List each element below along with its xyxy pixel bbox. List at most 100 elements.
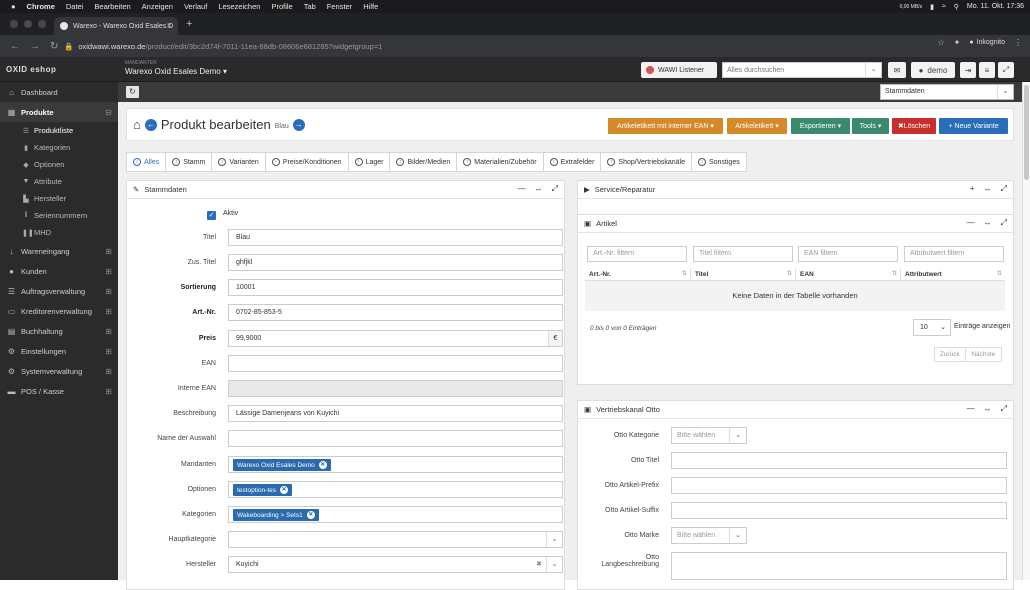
apple-icon[interactable]: ● bbox=[11, 2, 16, 11]
page-scrollbar[interactable] bbox=[1022, 82, 1030, 580]
zus-titel-input[interactable]: ghfjkl bbox=[228, 254, 563, 271]
close-tab-icon[interactable]: ✕ bbox=[166, 22, 172, 30]
menu-verlauf[interactable]: Verlauf bbox=[184, 2, 207, 11]
refresh-button[interactable]: ↻ bbox=[126, 86, 139, 98]
optionen-multiselect[interactable]: testoption-tes ✕ bbox=[228, 481, 563, 498]
sidebar-item-pos-kasse[interactable]: ▬ POS / Kasse ⊞ bbox=[0, 381, 118, 401]
menu-chrome[interactable]: Chrome bbox=[27, 2, 55, 11]
sidebar-subitem-mhd[interactable]: ❚❚ MHD bbox=[0, 224, 118, 241]
window-controls[interactable] bbox=[10, 20, 46, 28]
sidebar-item-auftragsverwaltung[interactable]: ☰ Auftragsverwaltung ⊞ bbox=[0, 281, 118, 301]
sidebar-item-kreditorenverwaltung[interactable]: ▭ Kreditorenverwaltung ⊞ bbox=[0, 301, 118, 321]
tab-preise[interactable]: ↑ Preise/Konditionen bbox=[264, 152, 349, 172]
clock-text[interactable]: Mo. 11. Okt. 17:36 bbox=[967, 3, 1024, 10]
menu-hilfe[interactable]: Hilfe bbox=[363, 2, 378, 11]
menu-button[interactable]: ≡ bbox=[979, 62, 995, 78]
menu-fenster[interactable]: Fenster bbox=[327, 2, 352, 11]
home-icon[interactable]: ⌂ bbox=[133, 117, 141, 132]
otto-suffix-input[interactable] bbox=[671, 502, 1007, 519]
export-button[interactable]: Exportieren ▾ bbox=[791, 118, 850, 134]
aktiv-checkbox[interactable]: ✓ bbox=[207, 211, 216, 220]
back-icon[interactable]: ← bbox=[10, 41, 20, 52]
page-size-select[interactable]: 10 ⌄ bbox=[913, 319, 951, 336]
minimize-icon[interactable]: — bbox=[967, 218, 975, 228]
oxid-logo[interactable]: OXID eshop bbox=[6, 65, 56, 74]
expand-icon[interactable]: ⊞ bbox=[105, 367, 112, 376]
view-select[interactable]: Stammdaten ⌄ bbox=[880, 84, 1014, 100]
forward-arrow-icon[interactable]: → bbox=[292, 118, 305, 131]
forward-icon[interactable]: → bbox=[30, 41, 40, 52]
attribut-filter-input[interactable]: Attributwert filtern bbox=[904, 246, 1004, 262]
label-button[interactable]: Artikeletikett ▾ bbox=[727, 118, 787, 134]
sidebar-item-kunden[interactable]: ● Kunden ⊞ bbox=[0, 261, 118, 281]
expand-icon[interactable]: ⊞ bbox=[105, 247, 112, 256]
column-header-titel[interactable]: Titel ⇅ bbox=[691, 268, 796, 281]
tools-button[interactable]: Tools ▾ bbox=[852, 118, 889, 134]
column-header-artnr[interactable]: Art.-Nr. ⇅ bbox=[585, 268, 691, 281]
expand-icon[interactable]: ⊞ bbox=[105, 267, 112, 276]
tab-bilder[interactable]: ↑ Bilder/Medien bbox=[389, 152, 458, 172]
mandant-switcher[interactable]: MANDANTEN Warexo Oxid Esales Demo ▾ bbox=[125, 60, 227, 76]
clear-icon[interactable]: ✖ bbox=[536, 557, 542, 572]
resize-horizontal-icon[interactable]: ↔ bbox=[984, 404, 992, 414]
resize-horizontal-icon[interactable]: ↔ bbox=[535, 184, 543, 194]
otto-langbeschreibung-textarea[interactable] bbox=[671, 552, 1007, 580]
battery-icon[interactable]: ▮ bbox=[930, 3, 934, 11]
sidebar-subitem-hersteller[interactable]: ▙ Hersteller bbox=[0, 190, 118, 207]
sidebar-item-einstellungen[interactable]: ⚙ Einstellungen ⊞ bbox=[0, 341, 118, 361]
kategorien-multiselect[interactable]: Wakeboarding > Sets1 ✕ bbox=[228, 506, 563, 523]
tab-alles[interactable]: ↑ Alles bbox=[126, 152, 167, 172]
column-header-attributwert[interactable]: Attributwert ⇅ bbox=[901, 268, 1005, 281]
otto-titel-input[interactable] bbox=[671, 452, 1007, 469]
menu-bearbeiten[interactable]: Bearbeiten bbox=[94, 2, 130, 11]
menu-lesezeichen[interactable]: Lesezeichen bbox=[218, 2, 260, 11]
remove-tag-icon[interactable]: ✕ bbox=[318, 461, 327, 469]
collapse-icon[interactable]: ⊟ bbox=[105, 108, 112, 117]
new-tab-icon[interactable]: + bbox=[186, 18, 192, 30]
ean-filter-input[interactable]: EAN filtern bbox=[798, 246, 898, 262]
menu-profile[interactable]: Profile bbox=[271, 2, 292, 11]
scrollbar-thumb[interactable] bbox=[1024, 85, 1029, 180]
sidebar-item-systemverwaltung[interactable]: ⚙ Systemverwaltung ⊞ bbox=[0, 361, 118, 381]
fullscreen-icon[interactable]: ⤢ bbox=[1001, 404, 1007, 414]
fullscreen-button[interactable]: ⤢ bbox=[998, 62, 1014, 78]
new-variant-button[interactable]: + Neue Variante bbox=[939, 118, 1008, 134]
sidebar-item-produkte[interactable]: ▦ Produkte ⊟ bbox=[0, 102, 118, 122]
tab-extrafelder[interactable]: ↑ Extrafelder bbox=[542, 152, 602, 172]
reload-icon[interactable]: ↻ bbox=[50, 41, 58, 52]
hauptkategorie-select[interactable]: ⌄ bbox=[228, 531, 563, 548]
sidebar-item-buchhaltung[interactable]: ▤ Buchhaltung ⊞ bbox=[0, 321, 118, 341]
browser-tab[interactable]: Warexo - Warexo Oxid Esales D ✕ bbox=[54, 17, 178, 35]
expand-icon[interactable]: ⊞ bbox=[105, 307, 112, 316]
resize-horizontal-icon[interactable]: ↔ bbox=[984, 218, 992, 228]
sidebar-subitem-produktliste[interactable]: ☰ Produktliste bbox=[0, 122, 118, 139]
search-icon[interactable]: ⚲ bbox=[954, 3, 959, 11]
minimize-icon[interactable]: — bbox=[967, 404, 975, 414]
menu-anzeigen[interactable]: Anzeigen bbox=[142, 2, 173, 11]
preis-input[interactable]: 99,9000 € bbox=[228, 330, 563, 347]
remove-tag-icon[interactable]: ✕ bbox=[280, 486, 289, 494]
titel-filter-input[interactable]: Titel filtern bbox=[693, 246, 793, 262]
delete-button[interactable]: ✖Löschen bbox=[892, 118, 936, 134]
artnr-filter-input[interactable]: Art.-Nr. filtern bbox=[587, 246, 687, 262]
tab-lager[interactable]: ↑ Lager bbox=[347, 152, 391, 172]
url-field[interactable]: 🔒 oxidwawi.warexo.de/product/edit/3bc2d7… bbox=[64, 39, 914, 53]
wifi-icon[interactable]: ≈ bbox=[942, 3, 946, 10]
otto-prefix-input[interactable] bbox=[671, 477, 1007, 494]
chevron-down-icon[interactable]: ⌄ bbox=[865, 63, 881, 77]
name-auswahl-input[interactable] bbox=[228, 430, 563, 447]
logout-button[interactable]: ⇥ bbox=[960, 62, 976, 78]
sidebar-subitem-kategorien[interactable]: ▮ Kategorien bbox=[0, 139, 118, 156]
sidebar-item-wareneingang[interactable]: ↓ Wareneingang ⊞ bbox=[0, 241, 118, 261]
remove-tag-icon[interactable]: ✕ bbox=[306, 511, 315, 519]
beschreibung-input[interactable]: Lässige Damenjeans von Kuyichi bbox=[228, 405, 563, 422]
menu-datei[interactable]: Datei bbox=[66, 2, 84, 11]
hersteller-select[interactable]: Kuyichi ✖ ⌄ bbox=[228, 556, 563, 573]
incognito-indicator[interactable]: ● Inkognito bbox=[969, 39, 1005, 46]
otto-kategorie-select[interactable]: Bitte wählen ⌄ bbox=[671, 427, 747, 444]
tab-sonstiges[interactable]: ↑ Sonstiges bbox=[690, 152, 747, 172]
tab-shop[interactable]: ↑ Shop/Vertriebskanäle bbox=[600, 152, 692, 172]
wawi-listener-button[interactable]: WAWI Listener bbox=[641, 62, 717, 78]
sidebar-item-dashboard[interactable]: ⌂ Dashboard bbox=[0, 82, 118, 102]
expand-icon[interactable]: ⊞ bbox=[105, 327, 112, 336]
